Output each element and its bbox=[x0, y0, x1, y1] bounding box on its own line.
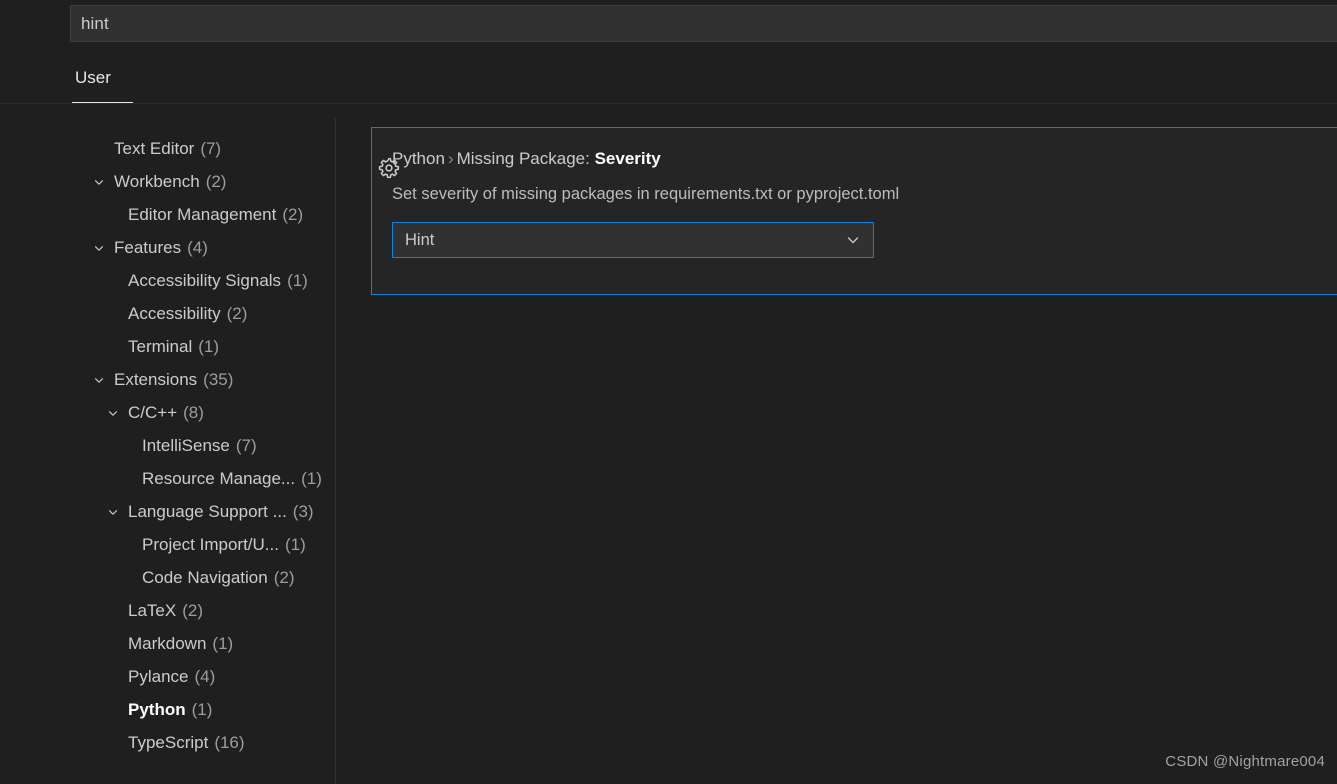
toc-item-label: C/C++ bbox=[128, 403, 177, 423]
toc-item-count: (1) bbox=[192, 700, 213, 720]
toc-item-label: Editor Management bbox=[128, 205, 276, 225]
toc-item-count: (2) bbox=[274, 568, 295, 588]
toc-item-label: Language Support ... bbox=[128, 502, 287, 522]
toc-item-count: (8) bbox=[183, 403, 204, 423]
toc-item-count: (7) bbox=[236, 436, 257, 456]
chevron-down-icon[interactable] bbox=[90, 173, 108, 191]
toc-item-workbench[interactable]: Workbench (2) bbox=[0, 165, 335, 198]
toc-item-count: (1) bbox=[287, 271, 308, 291]
tab-user-label: User bbox=[72, 68, 114, 88]
toc-item-count: (16) bbox=[214, 733, 244, 753]
toc-item-pylance[interactable]: Pylance (4) bbox=[0, 660, 335, 693]
watermark-text: CSDN @Nightmare004 bbox=[1165, 753, 1325, 770]
gear-icon[interactable] bbox=[378, 157, 400, 179]
toc-item-text-editor[interactable]: Text Editor (7) bbox=[0, 132, 335, 165]
toc-item-c-c[interactable]: C/C++ (8) bbox=[0, 396, 335, 429]
toc-item-intellisense[interactable]: IntelliSense (7) bbox=[0, 429, 335, 462]
toc-item-count: (2) bbox=[182, 601, 203, 621]
toc-item-markdown[interactable]: Markdown (1) bbox=[0, 627, 335, 660]
toc-item-label: Pylance bbox=[128, 667, 188, 687]
chevron-down-icon bbox=[845, 232, 861, 248]
toc-item-label: Python bbox=[128, 700, 186, 720]
toc-item-label: Accessibility Signals bbox=[128, 271, 281, 291]
toc-item-resource-manage[interactable]: Resource Manage... (1) bbox=[0, 462, 335, 495]
search-input-value: hint bbox=[81, 15, 109, 32]
toc-item-latex[interactable]: LaTeX (2) bbox=[0, 594, 335, 627]
toc-item-label: Accessibility bbox=[128, 304, 221, 324]
toc-item-label: LaTeX bbox=[128, 601, 176, 621]
toc-item-extensions[interactable]: Extensions (35) bbox=[0, 363, 335, 396]
toc-item-count: (2) bbox=[282, 205, 303, 225]
setting-title: Python›Missing Package: Severity bbox=[392, 150, 1337, 167]
chevron-down-icon[interactable] bbox=[104, 503, 122, 521]
toc-item-language-support[interactable]: Language Support ... (3) bbox=[0, 495, 335, 528]
toc-item-label: Workbench bbox=[114, 172, 200, 192]
setting-description: Set severity of missing packages in requ… bbox=[392, 185, 1337, 204]
toc-item-label: TypeScript bbox=[128, 733, 208, 753]
toc-item-label: Resource Manage... bbox=[142, 469, 295, 489]
chevron-down-icon[interactable] bbox=[90, 239, 108, 257]
toc-item-label: IntelliSense bbox=[142, 436, 230, 456]
chevron-down-icon[interactable] bbox=[104, 404, 122, 422]
toc-item-terminal[interactable]: Terminal (1) bbox=[0, 330, 335, 363]
toc-item-typescript[interactable]: TypeScript (16) bbox=[0, 726, 335, 759]
toc-item-label: Text Editor bbox=[114, 139, 194, 159]
severity-dropdown[interactable]: Hint bbox=[392, 222, 874, 258]
toc-item-label: Terminal bbox=[128, 337, 192, 357]
setting-title-group: Missing Package: bbox=[457, 149, 590, 168]
toc-item-code-navigation[interactable]: Code Navigation (2) bbox=[0, 561, 335, 594]
severity-dropdown-value: Hint bbox=[405, 231, 434, 250]
toc-item-editor-management[interactable]: Editor Management (2) bbox=[0, 198, 335, 231]
toc-item-label: Features bbox=[114, 238, 181, 258]
toc-item-count: (4) bbox=[194, 667, 215, 687]
toc-item-label: Extensions bbox=[114, 370, 197, 390]
settings-tabs: User bbox=[0, 58, 1337, 106]
settings-content-pane: Python›Missing Package: Severity Set sev… bbox=[336, 110, 1337, 784]
toc-item-features[interactable]: Features (4) bbox=[0, 231, 335, 264]
settings-toc-tree[interactable]: Text Editor(7)Workbench(2)Editor Managem… bbox=[0, 110, 335, 784]
setting-title-key: Severity bbox=[595, 149, 661, 168]
toc-item-project-import-u[interactable]: Project Import/U... (1) bbox=[0, 528, 335, 561]
setting-title-separator: › bbox=[445, 149, 457, 168]
toc-item-count: (2) bbox=[227, 304, 248, 324]
toc-item-count: (1) bbox=[198, 337, 219, 357]
setting-row-python-missing-package-severity[interactable]: Python›Missing Package: Severity Set sev… bbox=[371, 127, 1337, 295]
toc-item-count: (1) bbox=[212, 634, 233, 654]
toc-item-count: (35) bbox=[203, 370, 233, 390]
toc-item-label: Project Import/U... bbox=[142, 535, 279, 555]
toc-item-count: (4) bbox=[187, 238, 208, 258]
toc-item-accessibility-signals[interactable]: Accessibility Signals (1) bbox=[0, 264, 335, 297]
chevron-down-icon[interactable] bbox=[90, 371, 108, 389]
tab-user[interactable]: User bbox=[72, 58, 114, 105]
toc-item-count: (7) bbox=[200, 139, 221, 159]
toc-item-count: (2) bbox=[206, 172, 227, 192]
toc-item-python[interactable]: Python (1) bbox=[0, 693, 335, 726]
toc-item-accessibility[interactable]: Accessibility (2) bbox=[0, 297, 335, 330]
tabs-bottom-divider bbox=[0, 103, 1337, 104]
search-input[interactable]: hint bbox=[70, 5, 1337, 42]
settings-search-row: hint bbox=[0, 0, 1337, 46]
toc-item-count: (3) bbox=[293, 502, 314, 522]
toc-item-label: Code Navigation bbox=[142, 568, 268, 588]
toc-item-count: (1) bbox=[285, 535, 306, 555]
toc-item-count: (1) bbox=[301, 469, 322, 489]
toc-item-label: Markdown bbox=[128, 634, 206, 654]
